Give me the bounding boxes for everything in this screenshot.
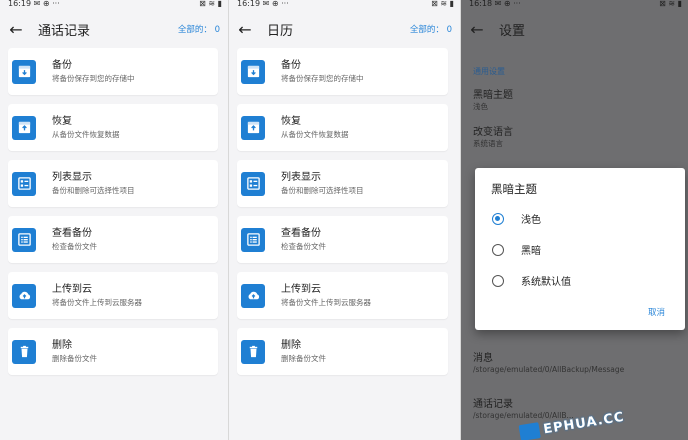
option-label: 黑暗 (521, 246, 541, 257)
app-bar: ← 设置 (461, 10, 688, 48)
radio-unselected[interactable] (492, 274, 504, 287)
backup-card[interactable]: 备份将备份保存到您的存储中 (8, 48, 218, 95)
pref-summary: /storage/emulated/0/AllBackup/Message (473, 365, 625, 374)
view-list-icon (241, 227, 265, 252)
card-subtitle: 备份和删除可选择性项目 (52, 186, 135, 195)
status-right-icons: ⊠ ≋ ▮ (431, 0, 454, 8)
pref-title: 黑暗主题 (473, 90, 513, 101)
view-list-icon (12, 227, 36, 252)
watermark-logo-icon (518, 422, 541, 440)
archive-icon (12, 59, 36, 84)
backup-card[interactable]: 备份将备份保存到您的存储中 (237, 48, 448, 95)
status-icons: ✉ ⊕ ··· (262, 0, 289, 8)
status-bar: 16:18 ✉ ⊕ ··· ⊠ ≋ ▮ (461, 0, 688, 10)
delete-card[interactable]: 删除 删除备份文件 (237, 328, 448, 375)
restore-icon (241, 115, 265, 140)
card-subtitle: 检查备份文件 (52, 242, 97, 251)
option-label: 浅色 (521, 215, 541, 226)
restore-card[interactable]: 恢复从备份文件恢复数据 (237, 104, 448, 151)
card-subtitle: 备份和删除可选择性项目 (281, 186, 364, 195)
app-bar: ← 通话记录 全部的： 0 (0, 10, 228, 48)
card-title: 恢复 (281, 116, 301, 127)
card-subtitle: 将备份文件上传到云服务器 (52, 298, 142, 307)
pref-title: 消息 (473, 353, 493, 364)
card-subtitle: 将备份保存到您的存储中 (52, 74, 135, 83)
action-list: 备份将备份保存到您的存储中 恢复从备份文件恢复数据 列表显示备份和删除可选择性项… (229, 48, 460, 375)
card-title: 备份 (281, 60, 301, 71)
status-icons: ✉ ⊕ ··· (494, 0, 521, 8)
pref-dark-theme[interactable]: 黑暗主题 浅色 (473, 89, 688, 112)
status-right-icons: ⊠ ≋ ▮ (659, 0, 682, 8)
pref-summary: 系统语言 (473, 139, 503, 148)
card-title: 上传到云 (281, 284, 321, 295)
card-subtitle: 检查备份文件 (281, 242, 326, 251)
option-dark[interactable]: 黑暗 (492, 242, 541, 257)
card-subtitle: 将备份保存到您的存储中 (281, 74, 364, 83)
status-time: 16:18 (469, 0, 493, 8)
app-bar: ← 日历 全部的： 0 (229, 10, 460, 48)
restore-icon (12, 115, 36, 140)
view-backup-card[interactable]: 查看备份检查备份文件 (237, 216, 448, 263)
card-title: 列表显示 (281, 172, 321, 183)
trash-icon (12, 339, 36, 364)
card-subtitle: 从备份文件恢复数据 (52, 130, 120, 139)
page-title: 通话记录 (38, 23, 91, 39)
pref-title: 通话记录 (473, 399, 513, 410)
cloud-upload-icon (12, 283, 36, 308)
list-icon (12, 171, 36, 196)
list-display-card[interactable]: 列表显示备份和删除可选择性项目 (237, 160, 448, 207)
card-title: 上传到云 (52, 284, 92, 295)
list-display-card[interactable]: 列表显示备份和删除可选择性项目 (8, 160, 218, 207)
page-title: 设置 (499, 23, 526, 39)
cancel-button[interactable]: 取消 (648, 306, 665, 318)
card-title: 备份 (52, 60, 72, 71)
back-arrow-icon[interactable]: ← (4, 20, 28, 39)
status-bar: 16:19 ✉ ⊕ ··· ⊠ ≋ ▮ (229, 0, 460, 10)
pref-title: 改变语言 (473, 127, 513, 138)
option-label: 系统默认值 (521, 277, 571, 288)
card-subtitle: 从备份文件恢复数据 (281, 130, 349, 139)
status-bar: 16:19 ✉ ⊕ ··· ⊠ ≋ ▮ (0, 0, 228, 10)
dark-theme-dialog: 黑暗主题 浅色 黑暗 系统默认值 取消 (475, 168, 685, 330)
select-all-count[interactable]: 全部的： 0 (410, 23, 452, 35)
card-subtitle: 删除备份文件 (281, 354, 326, 363)
upload-cloud-card[interactable]: 上传到云将备份文件上传到云服务器 (8, 272, 218, 319)
card-subtitle: 将备份文件上传到云服务器 (281, 298, 371, 307)
status-right-icons: ⊠ ≋ ▮ (199, 0, 222, 8)
card-title: 恢复 (52, 116, 72, 127)
back-arrow-icon[interactable]: ← (465, 20, 489, 39)
status-time: 16:19 (8, 0, 32, 8)
radio-unselected[interactable] (492, 243, 504, 256)
cloud-upload-icon (241, 283, 265, 308)
delete-card[interactable]: 删除 删除备份文件 (8, 328, 218, 375)
card-subtitle: 删除备份文件 (52, 354, 97, 363)
pref-language[interactable]: 改变语言 系统语言 (473, 126, 688, 149)
section-header: 通用设置 (473, 67, 505, 76)
pref-summary: 浅色 (473, 102, 488, 111)
view-backup-card[interactable]: 查看备份检查备份文件 (8, 216, 218, 263)
card-title: 删除 (281, 340, 301, 351)
card-title: 列表显示 (52, 172, 92, 183)
call-log-screen: 16:19 ✉ ⊕ ··· ⊠ ≋ ▮ ← 通话记录 全部的： 0 备份将备份保… (0, 0, 228, 440)
select-all-count[interactable]: 全部的： 0 (178, 23, 220, 35)
card-title: 查看备份 (281, 228, 321, 239)
list-icon (241, 171, 265, 196)
radio-selected[interactable] (492, 212, 504, 225)
calendar-screen: 16:19 ✉ ⊕ ··· ⊠ ≋ ▮ ← 日历 全部的： 0 备份将备份保存到… (229, 0, 460, 440)
dialog-title: 黑暗主题 (491, 182, 537, 196)
archive-icon (241, 59, 265, 84)
pref-message-path[interactable]: 消息 /storage/emulated/0/AllBackup/Message (473, 352, 624, 375)
restore-card[interactable]: 恢复从备份文件恢复数据 (8, 104, 218, 151)
page-title: 日历 (267, 23, 294, 39)
upload-cloud-card[interactable]: 上传到云将备份文件上传到云服务器 (237, 272, 448, 319)
status-icons: ✉ ⊕ ··· (33, 0, 60, 8)
option-light[interactable]: 浅色 (492, 211, 541, 226)
trash-icon (241, 339, 265, 364)
card-title: 删除 (52, 340, 72, 351)
back-arrow-icon[interactable]: ← (233, 20, 257, 39)
action-list: 备份将备份保存到您的存储中 恢复从备份文件恢复数据 列表显示备份和删除可选择性项… (0, 48, 228, 375)
card-title: 查看备份 (52, 228, 92, 239)
option-system-default[interactable]: 系统默认值 (492, 273, 571, 288)
status-time: 16:19 (237, 0, 261, 8)
